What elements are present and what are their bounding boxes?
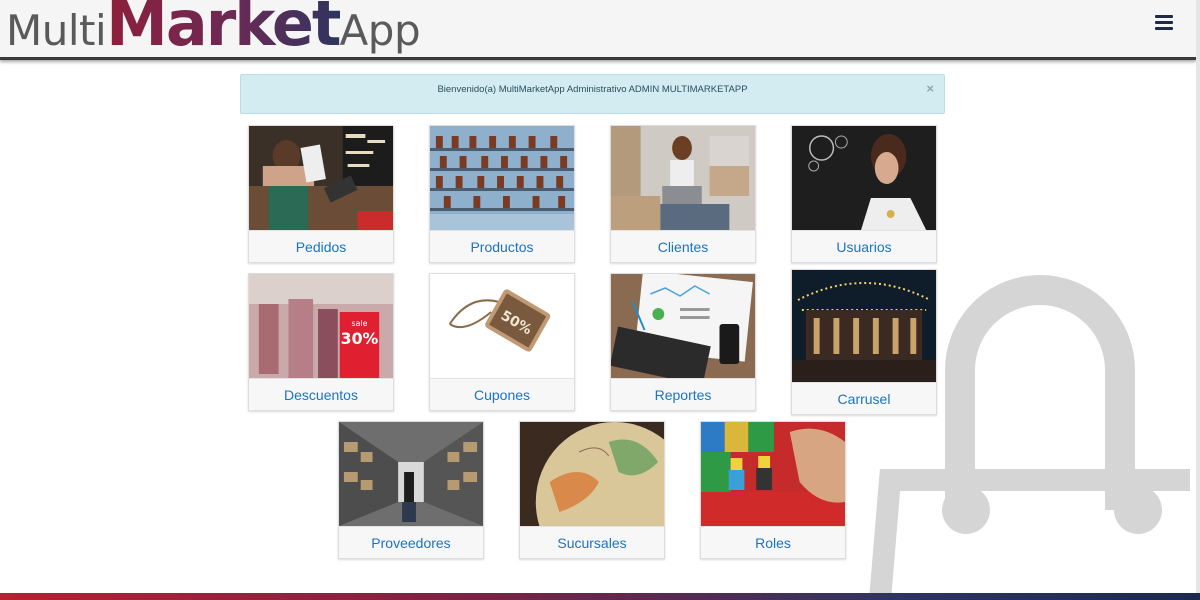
- reports-keyboard-image: [611, 274, 755, 378]
- card-productos[interactable]: Productos: [429, 125, 575, 263]
- card-label: Pedidos: [249, 230, 393, 262]
- top-navbar: MultiMarketApp: [0, 0, 1196, 60]
- card-descuentos[interactable]: sale 30% Descuentos: [248, 273, 394, 411]
- card-reportes[interactable]: Reportes: [610, 273, 756, 411]
- logo-multi-text: Multi: [6, 6, 107, 55]
- card-label: Sucursales: [520, 526, 664, 558]
- shelves-jars-image: [430, 126, 574, 230]
- card-label: Roles: [701, 526, 845, 558]
- card-label: Carrusel: [792, 382, 936, 414]
- card-proveedores[interactable]: Proveedores: [338, 421, 484, 559]
- card-pedidos[interactable]: Pedidos: [248, 125, 394, 263]
- welcome-alert: Bienvenido(a) MultiMarketApp Administrat…: [240, 74, 945, 114]
- page-scrollbar[interactable]: [1196, 0, 1200, 600]
- card-label: Proveedores: [339, 526, 483, 558]
- card-label: Cupones: [430, 378, 574, 410]
- special-offer-50-off-tag-image: 50%: [430, 274, 574, 378]
- card-clientes[interactable]: Clientes: [610, 125, 756, 263]
- card-carrusel[interactable]: Carrusel: [791, 269, 937, 415]
- lego-figures-image: [701, 422, 845, 526]
- woman-laptop-boxes-image: [611, 126, 755, 230]
- app-logo[interactable]: MultiMarketApp: [6, 0, 421, 71]
- warehouse-aisle-image: [339, 422, 483, 526]
- alert-close-icon[interactable]: ×: [926, 82, 934, 96]
- svg-text:sale: sale: [351, 319, 367, 328]
- woman-hologram-image: [792, 126, 936, 230]
- card-label: Descuentos: [249, 378, 393, 410]
- sale-30-off-image: sale 30%: [249, 274, 393, 378]
- waitress-tablet-image: [249, 126, 393, 230]
- card-label: Usuarios: [792, 230, 936, 262]
- logo-market-text: Market: [106, 0, 341, 60]
- page: { "header": { "logo_multi": "Multi", "lo…: [0, 0, 1200, 600]
- logo-app-text: App: [339, 6, 421, 55]
- card-label: Reportes: [611, 378, 755, 410]
- globe-image: [520, 422, 664, 526]
- card-label: Productos: [430, 230, 574, 262]
- welcome-alert-message: Bienvenido(a) MultiMarketApp Administrat…: [437, 84, 748, 95]
- card-usuarios[interactable]: Usuarios: [791, 125, 937, 263]
- card-sucursales[interactable]: Sucursales: [519, 421, 665, 559]
- hamburger-menu-icon[interactable]: [1153, 13, 1175, 33]
- card-label: Clientes: [611, 230, 755, 262]
- card-roles[interactable]: Roles: [700, 421, 846, 559]
- svg-text:30%: 30%: [341, 329, 379, 348]
- carousel-night-image: [792, 270, 936, 382]
- footer-stripe: [0, 593, 1200, 600]
- card-cupones[interactable]: 50% Cupones: [429, 273, 575, 411]
